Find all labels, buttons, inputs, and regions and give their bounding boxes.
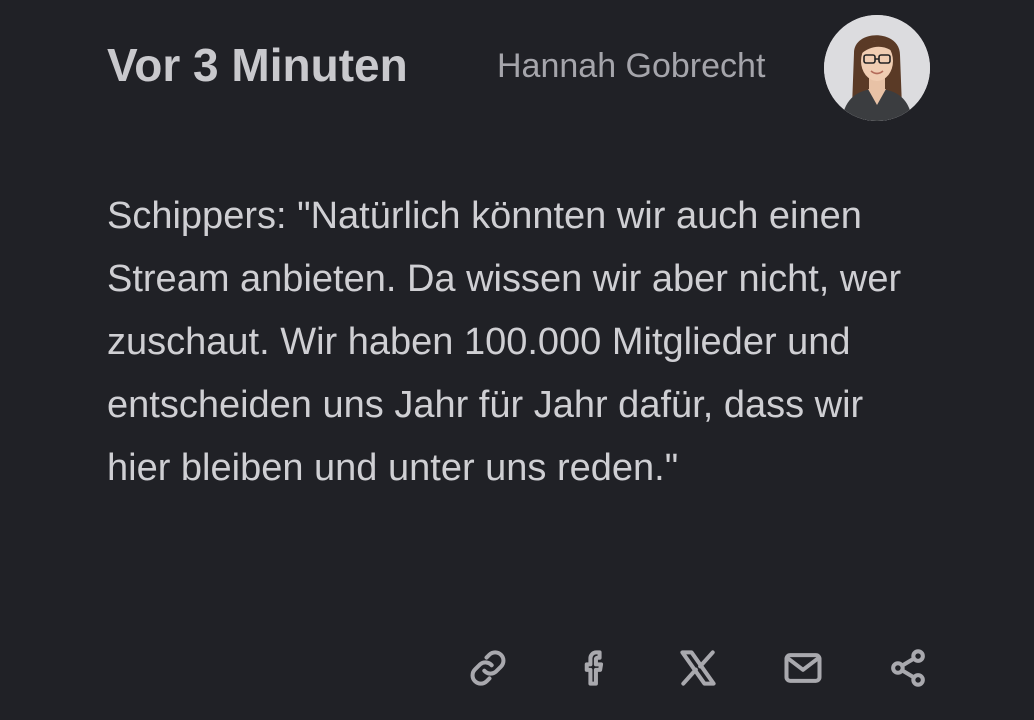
more-share-button[interactable] xyxy=(880,640,936,696)
entry-text: Schippers: "Natürlich könnten wir auch e… xyxy=(107,195,902,489)
facebook-share-button[interactable] xyxy=(567,640,623,696)
link-icon xyxy=(470,650,506,686)
facebook-icon xyxy=(584,650,604,686)
copy-link-button[interactable] xyxy=(460,640,516,696)
timestamp: Vor 3 Minuten xyxy=(107,39,408,91)
entry-header: Vor 3 Minuten Hannah Gobrecht xyxy=(107,0,937,130)
mail-icon xyxy=(784,653,822,683)
author-avatar[interactable] xyxy=(824,15,930,121)
share-bar xyxy=(455,640,945,696)
share-icon xyxy=(891,649,925,687)
x-icon xyxy=(680,650,716,686)
author-portrait-icon xyxy=(824,15,930,121)
author-name[interactable]: Hannah Gobrecht xyxy=(497,46,765,86)
x-share-button[interactable] xyxy=(670,640,726,696)
email-share-button[interactable] xyxy=(775,640,831,696)
